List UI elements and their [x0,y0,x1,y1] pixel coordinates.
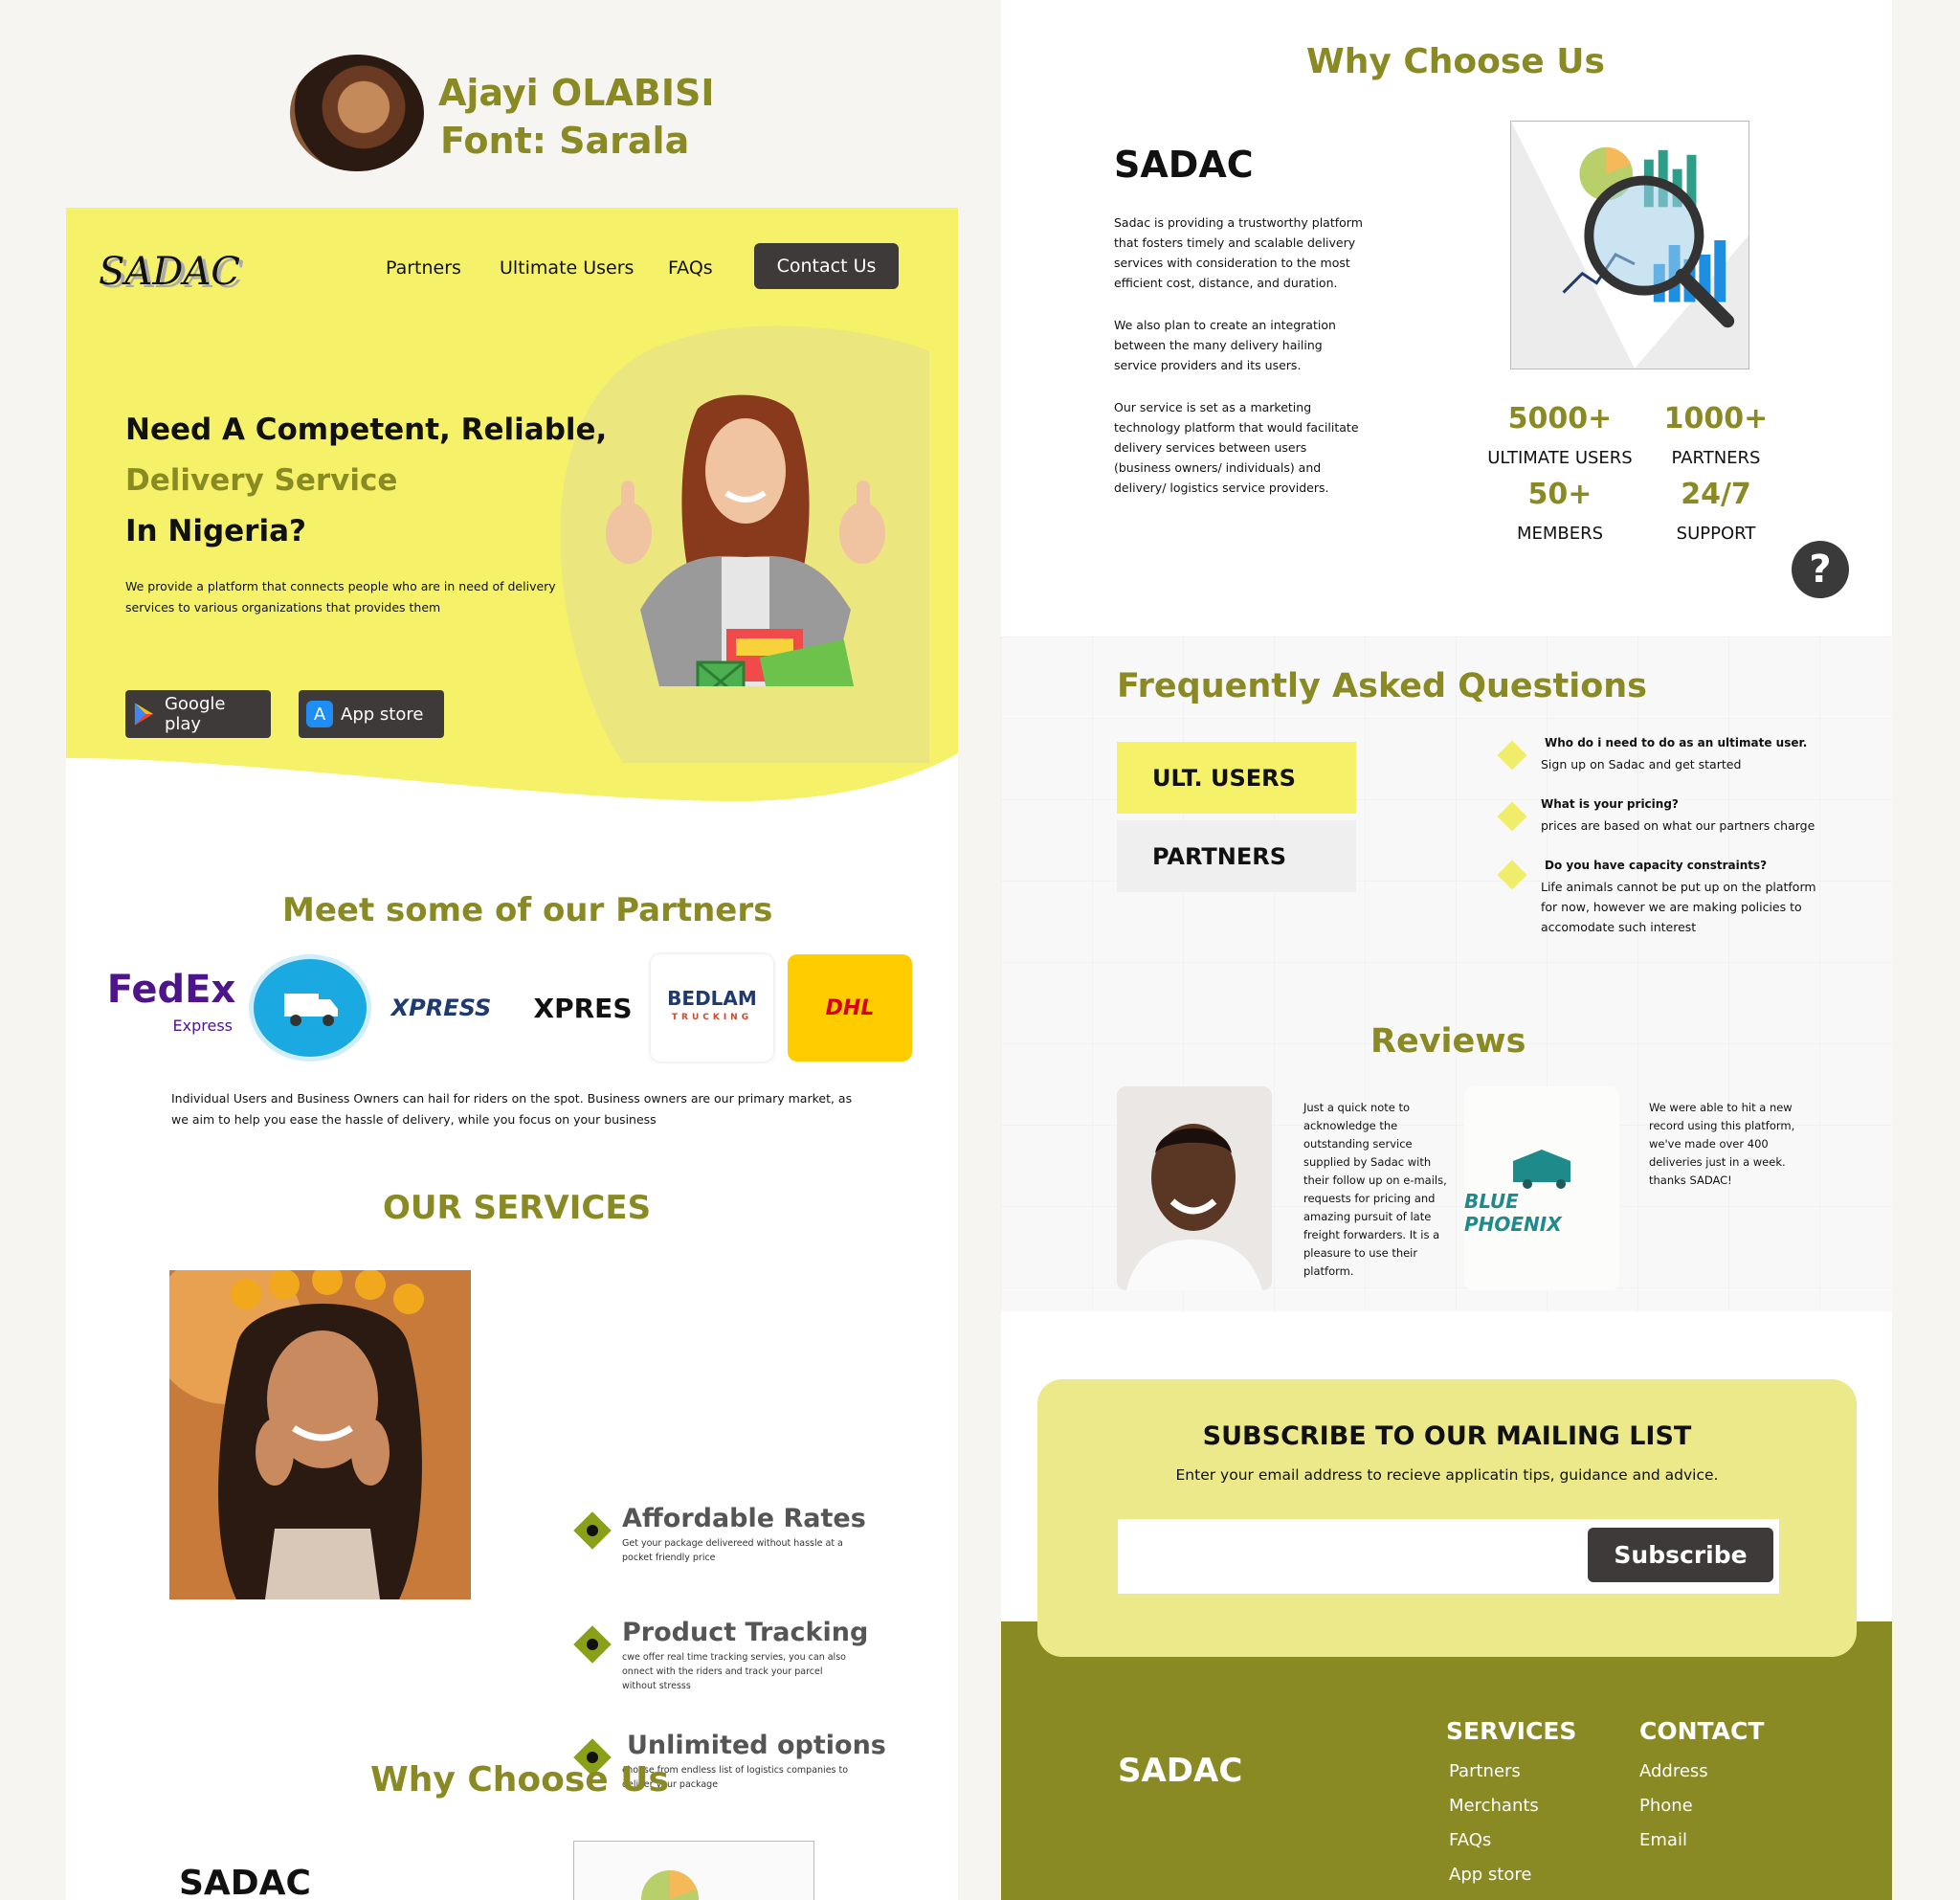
hero-description: We provide a platform that connects peop… [125,579,556,615]
help-icon[interactable]: ? [1792,541,1849,598]
services-title: OUR SERVICES [383,1189,652,1227]
truck-icon [1513,1149,1570,1189]
author-credit: Ajayi OLABISI Font: Sarala [438,69,714,165]
nav-partners[interactable]: Partners [386,257,461,279]
google-play-button[interactable]: Google play [125,690,271,738]
stat-members-value: 50+ [1527,478,1592,511]
footer-link-address[interactable]: Address [1639,1761,1708,1781]
diamond-bullet-icon [573,1625,612,1664]
google-play-label: Google play [164,694,226,734]
stat-support-value: 24/7 [1681,478,1751,511]
subscribe-description: Enter your email address to recieve appl… [1175,1466,1719,1484]
nav-faqs[interactable]: FAQs [668,257,713,279]
why-paragraph-2: We also plan to create an integration be… [1114,318,1336,372]
diamond-bullet-icon [573,1511,612,1550]
truck-logo [249,954,371,1062]
stat-users-value: 5000+ [1507,402,1613,436]
review-text: We were able to hit a new record using t… [1649,1101,1795,1187]
app-store-button[interactable]: A App store [299,690,444,738]
app-store-label: App store [341,704,424,725]
truck-icon [284,994,338,1026]
footer-services-heading: SERVICES [1446,1717,1577,1745]
footer-link-email[interactable]: Email [1639,1830,1687,1850]
footer-link-merchants[interactable]: Merchants [1449,1796,1539,1816]
review-text: Just a quick note to acknowledge the out… [1303,1101,1447,1278]
faq-answer: prices are based on what our partners ch… [1541,818,1815,833]
footer-link-partners[interactable]: Partners [1449,1761,1521,1781]
footer-brand[interactable]: SADAC [1118,1752,1242,1790]
hero-woman-image [606,394,885,686]
stat-partners-value: 1000+ [1663,402,1769,436]
why-illustration-preview [573,1841,814,1900]
faq-answer: Life animals cannot be put up on the pla… [1541,880,1816,934]
why-title: Why Choose Us [1306,42,1605,81]
subscribe-title: SUBSCRIBE TO OUR MAILING LIST [1202,1421,1692,1451]
stat-support-label: SUPPORT [1676,524,1756,544]
google-play-icon [134,703,154,726]
service-title: Unlimited options [627,1731,886,1760]
services-woman-image [169,1270,471,1599]
xpress-logo: XPRESS [390,995,492,1021]
faq-answer: Sign up on Sadac and get started [1541,757,1742,771]
author-name: Ajayi OLABISI [438,72,715,114]
service-description: Get your package delivereed without hass… [622,1538,843,1563]
hero-headline-1: Need A Competent, Reliable, [125,413,608,447]
landing-page-left: SADAC Partners Ultimate Users FAQs Conta… [66,208,958,1900]
xpres-logo: XPRES [533,992,633,1024]
partners-title: Meet some of our Partners [282,891,773,929]
faq-title: Frequently Asked Questions [1117,667,1648,705]
dhl-logo: DHL [788,954,912,1062]
reviewer-photo [1117,1086,1272,1290]
service-title: Product Tracking [622,1618,869,1647]
service-title: Affordable Rates [622,1504,866,1533]
brand-logo[interactable]: SADAC [99,250,240,294]
why-paragraph-1: Sadac is providing a trustworthy platfor… [1114,215,1363,290]
bedlam-logo: BEDLAM TRUCKING [651,954,773,1062]
font-label: Font: Sarala [440,120,690,162]
author-avatar [290,55,424,171]
analytics-illustration [1510,121,1749,369]
faq-question[interactable]: Who do i need to do as an ultimate user. [1545,736,1807,749]
footer-link-phone[interactable]: Phone [1639,1796,1693,1816]
hero-headline-3: In Nigeria? [125,514,306,548]
faq-tab-partners[interactable]: PARTNERS [1117,820,1356,892]
footer-contact-heading: CONTACT [1639,1717,1765,1745]
footer-link-app-store[interactable]: App store [1449,1865,1531,1885]
service-description: cwe offer real time tracking servies, yo… [622,1652,846,1691]
stat-users-label: ULTIMATE USERS [1487,448,1633,468]
stat-partners-label: PARTNERS [1671,448,1761,468]
reviews-title: Reviews [1370,1022,1526,1061]
blue-phoenix-logo: BLUE PHOENIX [1464,1086,1619,1290]
why-paragraph-3: Our service is set as a marketing techno… [1114,400,1359,495]
faq-question[interactable]: What is your pricing? [1541,797,1679,811]
faq-question[interactable]: Do you have capacity constraints? [1545,859,1767,872]
stat-members-label: MEMBERS [1516,524,1604,544]
hero-headline-2: Delivery Service [125,463,398,498]
fedex-logo: FedEx Express [106,968,236,1035]
partners-description: Individual Users and Business Owners can… [171,1091,853,1127]
footer: SADAC SERVICES Partners Merchants FAQs A… [1001,1621,1892,1900]
contact-us-button[interactable]: Contact Us [754,243,899,289]
subscribe-card: SUBSCRIBE TO OUR MAILING LIST Enter your… [1037,1379,1857,1657]
landing-page-right: Why Choose Us SADAC Sadac is providing a… [1001,0,1892,1900]
subscribe-button[interactable]: Subscribe [1588,1528,1773,1582]
why-brand-preview: SADAC [179,1864,311,1900]
faq-tab-ult-users[interactable]: ULT. USERS [1117,742,1356,814]
why-title-preview: Why Choose Us [370,1760,669,1799]
why-brand: SADAC [1114,144,1254,186]
footer-link-faqs[interactable]: FAQs [1449,1830,1491,1850]
app-store-icon: A [306,701,333,727]
nav-ultimate-users[interactable]: Ultimate Users [500,257,634,279]
